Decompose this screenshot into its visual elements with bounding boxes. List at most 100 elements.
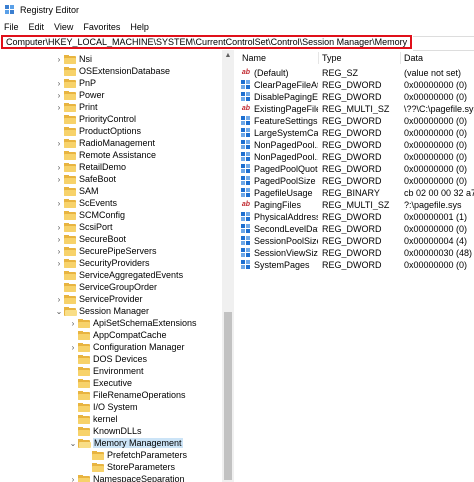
value-name: SessionViewSize: [254, 248, 318, 258]
folder-icon: [64, 78, 76, 88]
chevron-right-icon[interactable]: ›: [55, 173, 63, 185]
value-row[interactable]: SystemPages REG_DWORD 0x00000000 (0): [238, 259, 474, 271]
tree-item[interactable]: ⌄ Session Manager: [55, 305, 149, 317]
menu-edit[interactable]: Edit: [24, 22, 50, 32]
tree-scrollbar[interactable]: ▲: [222, 50, 234, 482]
value-row[interactable]: LargeSystemCac... REG_DWORD 0x00000000 (0): [238, 127, 474, 139]
tree-item[interactable]: Remote Assistance: [55, 149, 156, 161]
tree-item[interactable]: › Print: [55, 101, 98, 113]
chevron-down-icon[interactable]: ⌄: [69, 437, 77, 449]
column-name-header[interactable]: Name: [242, 53, 266, 63]
tree-item-label: RetailDemo: [79, 162, 127, 172]
tree-item[interactable]: PriorityControl: [55, 113, 136, 125]
value-row[interactable]: PagedPoolSize REG_DWORD 0x00000000 (0): [238, 175, 474, 187]
tree-item[interactable]: › RadioManagement: [55, 137, 155, 149]
tree-item[interactable]: ServiceAggregatedEvents: [55, 269, 183, 281]
value-row[interactable]: PhysicalAddress... REG_DWORD 0x00000001 (1…: [238, 211, 474, 223]
tree-item[interactable]: › ScEvents: [55, 197, 117, 209]
value-row[interactable]: ab (Default) REG_SZ (value not set): [238, 67, 474, 79]
value-row[interactable]: SecondLevelDat... REG_DWORD 0x00000000 (0): [238, 223, 474, 235]
tree-item[interactable]: › SafeBoot: [55, 173, 116, 185]
tree-item[interactable]: AppCompatCache: [69, 329, 167, 341]
value-data: 0x00000000 (0): [404, 224, 468, 234]
chevron-right-icon[interactable]: ›: [55, 221, 63, 233]
tree-item[interactable]: Environment: [69, 365, 144, 377]
chevron-right-icon[interactable]: ›: [55, 101, 63, 113]
chevron-right-icon: [55, 149, 63, 161]
menu-help[interactable]: Help: [125, 22, 154, 32]
value-row[interactable]: DisablePagingEx... REG_DWORD 0x00000000 (0…: [238, 91, 474, 103]
value-name: PagefileUsage: [254, 188, 313, 198]
tree-item[interactable]: › SecurityProviders: [55, 257, 150, 269]
tree-item[interactable]: PrefetchParameters: [83, 449, 187, 461]
scroll-thumb[interactable]: [224, 312, 232, 480]
tree-item[interactable]: › Power: [55, 89, 105, 101]
menu-file[interactable]: File: [0, 22, 24, 32]
tree-item[interactable]: › Nsi: [55, 53, 92, 65]
tree-item-label: ScsiPort: [79, 222, 113, 232]
value-row[interactable]: NonPagedPool... REG_DWORD 0x00000000 (0): [238, 151, 474, 163]
chevron-down-icon[interactable]: ⌄: [55, 305, 63, 317]
tree-item[interactable]: › ServiceProvider: [55, 293, 143, 305]
column-divider[interactable]: [318, 52, 319, 64]
address-path[interactable]: Computer\HKEY_LOCAL_MACHINE\SYSTEM\Curre…: [3, 37, 410, 47]
tree-item[interactable]: I/O System: [69, 401, 138, 413]
tree-item[interactable]: › Configuration Manager: [69, 341, 185, 353]
chevron-right-icon[interactable]: ›: [55, 245, 63, 257]
value-row[interactable]: SessionViewSize REG_DWORD 0x00000030 (48): [238, 247, 474, 259]
tree-item[interactable]: › ApiSetSchemaExtensions: [69, 317, 197, 329]
chevron-right-icon[interactable]: ›: [55, 161, 63, 173]
tree-item[interactable]: ServiceGroupOrder: [55, 281, 157, 293]
value-row[interactable]: ClearPageFileAt... REG_DWORD 0x00000000 (0…: [238, 79, 474, 91]
address-bar[interactable]: Computer\HKEY_LOCAL_MACHINE\SYSTEM\Curre…: [1, 35, 412, 49]
string-value-icon: ab: [241, 105, 251, 112]
chevron-right-icon[interactable]: ›: [55, 293, 63, 305]
tree-item[interactable]: › SecurePipeServers: [55, 245, 157, 257]
chevron-right-icon[interactable]: ›: [55, 89, 63, 101]
value-row[interactable]: PagefileUsage REG_BINARY cb 02 00 00 32 a7…: [238, 187, 474, 199]
chevron-right-icon[interactable]: ›: [55, 197, 63, 209]
menu-favorites[interactable]: Favorites: [78, 22, 125, 32]
value-row[interactable]: FeatureSettings REG_DWORD 0x00000000 (0): [238, 115, 474, 127]
tree-item[interactable]: KnownDLLs: [69, 425, 142, 437]
tree-item-label: ServiceAggregatedEvents: [79, 270, 184, 280]
column-data-header[interactable]: Data: [404, 53, 423, 63]
column-divider[interactable]: [400, 52, 401, 64]
folder-icon: [64, 186, 76, 196]
chevron-right-icon[interactable]: ›: [55, 233, 63, 245]
tree-item[interactable]: StoreParameters: [83, 461, 175, 473]
scroll-up-arrow-icon[interactable]: ▲: [222, 50, 234, 62]
tree-item[interactable]: FileRenameOperations: [69, 389, 186, 401]
value-row[interactable]: PagedPoolQuota REG_DWORD 0x00000000 (0): [238, 163, 474, 175]
tree-item[interactable]: OSExtensionDatabase: [55, 65, 170, 77]
chevron-right-icon[interactable]: ›: [55, 53, 63, 65]
value-row[interactable]: abExistingPageFiles REG_MULTI_SZ \??\C:\pa…: [238, 103, 474, 115]
value-row[interactable]: NonPagedPool... REG_DWORD 0x00000000 (0): [238, 139, 474, 151]
tree-item[interactable]: › PnP: [55, 77, 96, 89]
chevron-right-icon[interactable]: ›: [69, 473, 77, 482]
tree-item[interactable]: › RetailDemo: [55, 161, 126, 173]
tree-item[interactable]: ⌄ Memory Management: [69, 437, 183, 449]
chevron-right-icon[interactable]: ›: [69, 317, 77, 329]
tree-item-label: SAM: [79, 186, 99, 196]
tree-item[interactable]: Executive: [69, 377, 132, 389]
chevron-right-icon[interactable]: ›: [55, 137, 63, 149]
tree-item-label: SafeBoot: [79, 174, 117, 184]
tree-item[interactable]: ProductOptions: [55, 125, 141, 137]
menu-view[interactable]: View: [49, 22, 78, 32]
chevron-right-icon[interactable]: ›: [55, 257, 63, 269]
column-type-header[interactable]: Type: [322, 53, 342, 63]
chevron-right-icon[interactable]: ›: [55, 77, 63, 89]
folder-icon: [64, 270, 76, 280]
value-data: 0x00000000 (0): [404, 260, 468, 270]
tree-item[interactable]: › ScsiPort: [55, 221, 113, 233]
tree-item[interactable]: SAM: [55, 185, 99, 197]
value-row[interactable]: ab PagingFiles REG_MULTI_SZ ?:\pagefile.sys: [238, 199, 474, 211]
tree-item[interactable]: DOS Devices: [69, 353, 147, 365]
tree-item[interactable]: › SecureBoot: [55, 233, 126, 245]
tree-item[interactable]: kernel: [69, 413, 118, 425]
tree-item[interactable]: › NamespaceSeparation: [69, 473, 185, 482]
chevron-right-icon[interactable]: ›: [69, 341, 77, 353]
value-row[interactable]: SessionPoolSize REG_DWORD 0x00000004 (4): [238, 235, 474, 247]
tree-item[interactable]: SCMConfig: [55, 209, 125, 221]
